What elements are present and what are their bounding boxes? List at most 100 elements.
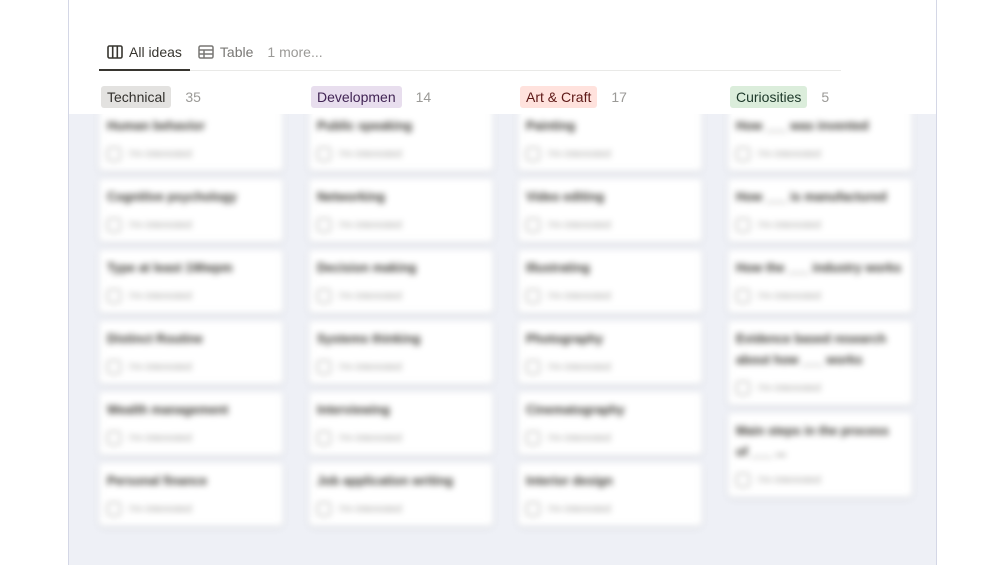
board-card[interactable]: Networking I'm interested	[309, 179, 493, 242]
group-header-technical[interactable]: Technical 35	[101, 86, 201, 108]
group-header-curiosities[interactable]: Curiosities 5	[730, 86, 829, 108]
card-property-label: I'm interested	[758, 474, 821, 486]
tab-all-ideas[interactable]: All ideas	[99, 34, 190, 71]
card-property: I'm interested	[736, 381, 904, 395]
checkbox-icon[interactable]	[107, 502, 121, 516]
group-count: 17	[611, 89, 627, 105]
checkbox-icon[interactable]	[736, 218, 750, 232]
board-card[interactable]: Evidence based research about how ___ wo…	[728, 321, 912, 405]
board-card[interactable]: Human behavior I'm interested	[99, 114, 283, 171]
checkbox-icon[interactable]	[526, 147, 540, 161]
card-property-label: I'm interested	[339, 290, 402, 302]
board-columns: Human behavior I'm interested Cognitive ps…	[69, 114, 936, 565]
card-property-label: I'm interested	[758, 290, 821, 302]
board-card[interactable]: Job application writing I'm interested	[309, 463, 493, 526]
card-property: I'm interested	[526, 431, 694, 445]
board-card[interactable]: Interviewing I'm interested	[309, 392, 493, 455]
card-property: I'm interested	[526, 360, 694, 374]
checkbox-icon[interactable]	[107, 147, 121, 161]
card-title: Human behavior	[107, 119, 205, 133]
checkbox-icon[interactable]	[317, 502, 331, 516]
checkbox-icon[interactable]	[526, 431, 540, 445]
card-property: I'm interested	[526, 502, 694, 516]
card-title: Wealth management	[107, 403, 229, 417]
card-title: How the ___ industry works	[736, 261, 902, 275]
tab-label: Table	[219, 44, 254, 60]
checkbox-icon[interactable]	[107, 289, 121, 303]
card-title: Main steps in the process of ___ ...	[736, 424, 889, 459]
card-property: I'm interested	[526, 147, 694, 161]
card-property-label: I'm interested	[758, 382, 821, 394]
checkbox-icon[interactable]	[736, 289, 750, 303]
board-card[interactable]: Decision making I'm interested	[309, 250, 493, 313]
checkbox-icon[interactable]	[526, 502, 540, 516]
group-header-art-craft[interactable]: Art & Craft 17	[520, 86, 627, 108]
card-title: Illustrating	[526, 261, 590, 275]
card-property: I'm interested	[736, 218, 904, 232]
more-views-button[interactable]: 1 more...	[261, 44, 328, 60]
board-icon	[107, 44, 123, 59]
checkbox-icon[interactable]	[317, 147, 331, 161]
card-property: I'm interested	[107, 218, 275, 232]
checkbox-icon[interactable]	[107, 431, 121, 445]
board-card[interactable]: Distinct Routine I'm interested	[99, 321, 283, 384]
card-property: I'm interested	[317, 289, 485, 303]
board-card[interactable]: Video editing I'm interested	[518, 179, 702, 242]
table-icon	[198, 45, 214, 59]
card-property-label: I'm interested	[339, 503, 402, 515]
card-property-label: I'm interested	[339, 148, 402, 160]
checkbox-icon[interactable]	[526, 360, 540, 374]
checkbox-icon[interactable]	[317, 289, 331, 303]
board-card[interactable]: Wealth management I'm interested	[99, 392, 283, 455]
group-header-development[interactable]: Developmen 14	[311, 86, 431, 108]
card-property: I'm interested	[107, 289, 275, 303]
checkbox-icon[interactable]	[736, 473, 750, 487]
card-title: Painting	[526, 119, 576, 133]
board-card[interactable]: Photography I'm interested	[518, 321, 702, 384]
card-title: Distinct Routine	[107, 332, 203, 346]
card-property: I'm interested	[317, 218, 485, 232]
checkbox-icon[interactable]	[317, 360, 331, 374]
tab-label: All ideas	[129, 43, 182, 60]
checkbox-icon[interactable]	[107, 360, 121, 374]
card-property: I'm interested	[526, 218, 694, 232]
checkbox-icon[interactable]	[317, 218, 331, 232]
card-title: How ___ is manufactured	[736, 190, 887, 204]
board-card[interactable]: How ___ is manufactured I'm interested	[728, 179, 912, 242]
card-title: Cognitive psychology	[107, 190, 237, 204]
board-card[interactable]: Type at least 1Wwpm I'm interested	[99, 250, 283, 313]
board-card[interactable]: Painting I'm interested	[518, 114, 702, 171]
checkbox-icon[interactable]	[526, 218, 540, 232]
card-title: Type at least 1Wwpm	[107, 261, 233, 275]
card-property-label: I'm interested	[129, 503, 192, 515]
card-title: Personal finance	[107, 474, 208, 488]
card-property: I'm interested	[107, 431, 275, 445]
card-title: Job application writing	[317, 474, 454, 488]
card-property: I'm interested	[736, 147, 904, 161]
card-property-label: I'm interested	[129, 361, 192, 373]
board-card[interactable]: How ___ was invented I'm interested	[728, 114, 912, 171]
board-card[interactable]: Public speaking I'm interested	[309, 114, 493, 171]
board-card[interactable]: Systems thinking I'm interested	[309, 321, 493, 384]
board-card[interactable]: Illustrating I'm interested	[518, 250, 702, 313]
card-title: Cinematography	[526, 403, 625, 417]
card-property: I'm interested	[317, 431, 485, 445]
checkbox-icon[interactable]	[107, 218, 121, 232]
checkbox-icon[interactable]	[317, 431, 331, 445]
board-card[interactable]: Cinematography I'm interested	[518, 392, 702, 455]
board-card[interactable]: Main steps in the process of ___ ... I'm …	[728, 413, 912, 497]
checkbox-icon[interactable]	[526, 289, 540, 303]
board-card[interactable]: Personal finance I'm interested	[99, 463, 283, 526]
card-title: Networking	[317, 190, 386, 204]
board-card[interactable]: How the ___ industry works I'm interested	[728, 250, 912, 313]
card-property-label: I'm interested	[548, 290, 611, 302]
card-property: I'm interested	[107, 147, 275, 161]
tab-table[interactable]: Table	[190, 34, 261, 70]
board-card[interactable]: Interior design I'm interested	[518, 463, 702, 526]
checkbox-icon[interactable]	[736, 147, 750, 161]
checkbox-icon[interactable]	[736, 381, 750, 395]
board-card[interactable]: Cognitive psychology I'm interested	[99, 179, 283, 242]
card-title: How ___ was invented	[736, 119, 869, 133]
card-property-label: I'm interested	[129, 290, 192, 302]
card-property-label: I'm interested	[339, 219, 402, 231]
